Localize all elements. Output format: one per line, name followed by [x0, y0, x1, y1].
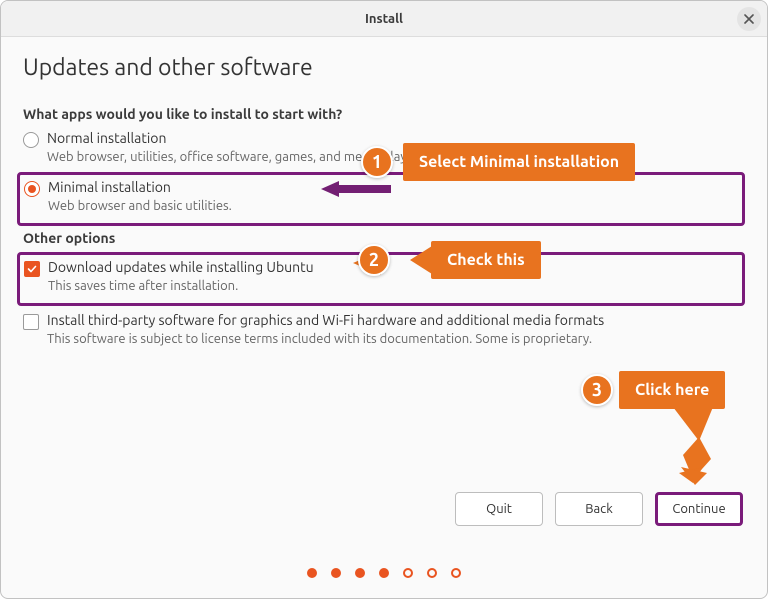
- annotation-arrow-1: [321, 179, 391, 199]
- annotation-badge: 3: [581, 374, 613, 406]
- progress-dot: [355, 568, 365, 578]
- radio-icon: [24, 181, 40, 197]
- annotation-text: Click here: [619, 371, 725, 409]
- back-button[interactable]: Back: [555, 492, 643, 526]
- close-icon: [744, 14, 754, 24]
- footer-buttons: Quit Back Continue: [455, 492, 743, 526]
- annotation-connector-2: [323, 251, 383, 275]
- progress-dot: [331, 568, 341, 578]
- progress-dot: [379, 568, 389, 578]
- check-third-party[interactable]: Install third-party software for graphic…: [23, 312, 745, 354]
- installer-window: Install Updates and other software What …: [0, 0, 768, 599]
- annotation-3: 3 Click here: [581, 371, 725, 409]
- progress-dot: [403, 568, 413, 578]
- checkbox-icon: [23, 314, 39, 330]
- normal-label: Normal installation: [47, 130, 745, 146]
- quit-button[interactable]: Quit: [455, 492, 543, 526]
- progress-dot: [307, 568, 317, 578]
- window-title: Install: [365, 12, 403, 26]
- other-options-heading: Other options: [23, 230, 745, 246]
- minimal-label: Minimal installation: [48, 179, 738, 195]
- close-button[interactable]: [737, 7, 761, 31]
- thirdparty-label: Install third-party software for graphic…: [47, 312, 745, 328]
- normal-desc: Web browser, utilities, office software,…: [47, 150, 745, 164]
- progress-dots: [1, 568, 767, 578]
- radio-icon: [23, 132, 39, 148]
- checkbox-icon: [24, 261, 40, 277]
- progress-dot: [451, 568, 461, 578]
- annotation-arrow-3: [669, 407, 719, 487]
- titlebar: Install: [1, 1, 767, 37]
- radio-normal-installation[interactable]: Normal installation Web browser, utiliti…: [23, 130, 745, 172]
- apps-question: What apps would you like to install to s…: [23, 106, 745, 122]
- continue-button[interactable]: Continue: [655, 492, 743, 526]
- page-heading: Updates and other software: [23, 55, 745, 80]
- download-desc: This saves time after installation.: [48, 279, 738, 293]
- progress-dot: [427, 568, 437, 578]
- thirdparty-desc: This software is subject to license term…: [47, 332, 745, 346]
- minimal-desc: Web browser and basic utilities.: [48, 199, 738, 213]
